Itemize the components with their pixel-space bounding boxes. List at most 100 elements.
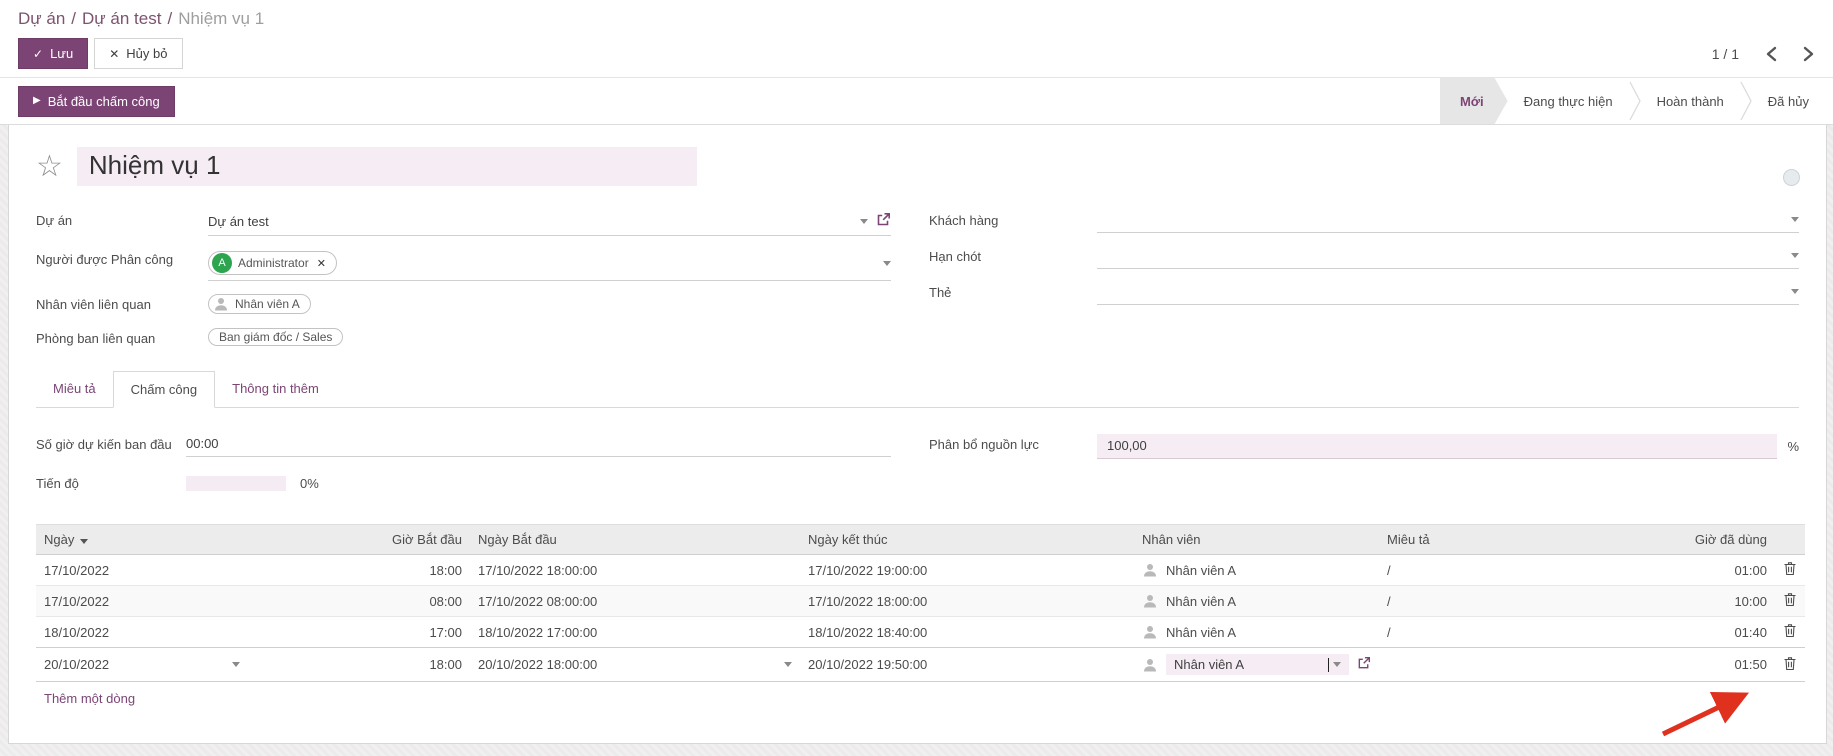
favorite-star-icon[interactable]: ☆: [36, 152, 63, 182]
cell-start-datetime[interactable]: 18/10/2022 17:00:00: [470, 617, 800, 648]
cell-description[interactable]: /: [1379, 617, 1547, 648]
trash-icon[interactable]: [1783, 623, 1797, 641]
timesheet-row-3[interactable]: 18/10/2022 17:00 18/10/2022 17:00:00 18/…: [36, 617, 1805, 648]
tab-timesheet[interactable]: Chấm công: [113, 371, 215, 408]
customer-field[interactable]: [1097, 210, 1799, 233]
chevron-down-icon[interactable]: [1791, 289, 1799, 294]
stage-in-progress[interactable]: Đang thực hiện: [1508, 78, 1629, 124]
timesheet-row-2[interactable]: 17/10/2022 08:00 17/10/2022 08:00:00 17/…: [36, 586, 1805, 617]
assignee-tag[interactable]: A Administrator ✕: [208, 251, 337, 275]
tag-remove-icon[interactable]: ✕: [317, 257, 326, 270]
form-sheet: ☆ Nhiệm vụ 1 Dự án Dự án test Ngườ: [8, 125, 1827, 744]
tab-extra-info[interactable]: Thông tin thêm: [215, 371, 336, 407]
tab-description[interactable]: Miêu tả: [36, 371, 113, 407]
cell-duration[interactable]: 01:00: [1547, 555, 1775, 586]
external-link-icon[interactable]: [1357, 656, 1371, 673]
stage-statusbar: Mới Đang thực hiện Hoàn thành Đã hủy: [1440, 78, 1833, 124]
cell-delete[interactable]: [1775, 555, 1805, 586]
cell-date[interactable]: 18/10/2022: [36, 617, 248, 648]
stage-done[interactable]: Hoàn thành: [1641, 78, 1740, 124]
column-header-description[interactable]: Miêu tả: [1379, 525, 1547, 555]
cell-date-editing[interactable]: 20/10/2022: [36, 648, 248, 682]
cell-date[interactable]: 17/10/2022: [36, 586, 248, 617]
cell-start-time[interactable]: 18:00: [248, 555, 470, 586]
planned-hours-label: Số giờ dự kiến ban đầu: [36, 434, 186, 457]
cell-end-datetime[interactable]: 18/10/2022 18:40:00: [800, 617, 1134, 648]
cell-description[interactable]: /: [1379, 586, 1547, 617]
cell-employee[interactable]: Nhân viên A: [1134, 555, 1379, 586]
cell-start-time[interactable]: 08:00: [248, 586, 470, 617]
tags-field[interactable]: [1097, 282, 1799, 305]
employee-input[interactable]: Nhân viên A: [1166, 654, 1349, 675]
pager-next-icon[interactable]: [1802, 46, 1815, 62]
trash-icon[interactable]: [1783, 656, 1797, 674]
person-icon: [1142, 624, 1158, 640]
start-timer-button[interactable]: ▶ Bắt đầu chấm công: [18, 86, 175, 117]
column-header-end-datetime[interactable]: Ngày kết thúc: [800, 525, 1134, 555]
timesheet-row-1[interactable]: 17/10/2022 18:00 17/10/2022 18:00:00 17/…: [36, 555, 1805, 586]
cell-delete[interactable]: [1775, 617, 1805, 648]
breadcrumb-projects[interactable]: Dự án: [18, 9, 65, 28]
timesheet-row-4-editing[interactable]: 20/10/2022 18:00 20/10/2022 18:00:00 20/…: [36, 648, 1805, 682]
timesheet-tab-fields: Số giờ dự kiến ban đầu 00:00 Tiến độ 0% …: [36, 434, 1799, 506]
cell-description-editing[interactable]: [1379, 648, 1547, 682]
employee-tag[interactable]: Nhân viên A: [208, 294, 311, 314]
cell-end-datetime[interactable]: 17/10/2022 19:00:00: [800, 555, 1134, 586]
cell-employee[interactable]: Nhân viên A: [1134, 617, 1379, 648]
chevron-down-icon[interactable]: [1791, 217, 1799, 222]
column-header-start-datetime[interactable]: Ngày Bắt đầu: [470, 525, 800, 555]
cell-description[interactable]: /: [1379, 555, 1547, 586]
project-value[interactable]: Dự án test: [208, 214, 860, 229]
breadcrumb-project-test[interactable]: Dự án test: [82, 9, 161, 28]
save-button[interactable]: ✓ Lưu: [18, 38, 88, 69]
stage-cancelled[interactable]: Đã hủy: [1752, 78, 1825, 124]
chevron-down-icon[interactable]: [232, 662, 240, 667]
trash-icon[interactable]: [1783, 592, 1797, 610]
allocation-input[interactable]: 100,00: [1097, 434, 1777, 459]
cell-duration-editing[interactable]: 01:50: [1547, 648, 1775, 682]
tags-field-row: Thẻ: [929, 282, 1799, 305]
cell-start-datetime[interactable]: 17/10/2022 18:00:00: [470, 555, 800, 586]
column-header-date[interactable]: Ngày: [36, 525, 248, 555]
chevron-down-icon[interactable]: [883, 261, 891, 266]
assignee-avatar: A: [212, 253, 232, 273]
external-link-icon[interactable]: [876, 212, 891, 230]
cell-start-time-editing[interactable]: 18:00: [248, 648, 470, 682]
chevron-down-icon[interactable]: [1333, 662, 1341, 667]
chevron-down-icon[interactable]: [860, 219, 868, 224]
discard-button[interactable]: ✕ Hủy bỏ: [94, 38, 182, 69]
cell-start-time[interactable]: 17:00: [248, 617, 470, 648]
deadline-label: Hạn chót: [929, 246, 1097, 269]
progress-row: Tiến độ 0%: [36, 473, 891, 493]
pager-previous-icon[interactable]: [1765, 46, 1778, 62]
planned-hours-value[interactable]: 00:00: [186, 436, 891, 451]
cell-delete[interactable]: [1775, 648, 1805, 682]
column-header-start-time[interactable]: Giờ Bắt đầu: [248, 525, 470, 555]
cell-end-datetime-selected[interactable]: 20/10/2022 19:50:00: [800, 648, 1134, 682]
deadline-field[interactable]: [1097, 246, 1799, 269]
cell-start-datetime-editing[interactable]: 20/10/2022 18:00:00: [470, 648, 800, 682]
cell-delete[interactable]: [1775, 586, 1805, 617]
assignee-field[interactable]: A Administrator ✕: [208, 249, 891, 281]
cell-duration[interactable]: 10:00: [1547, 586, 1775, 617]
stage-new[interactable]: Mới: [1440, 78, 1508, 124]
cell-end-datetime[interactable]: 17/10/2022 18:00:00: [800, 586, 1134, 617]
task-title-input[interactable]: Nhiệm vụ 1: [77, 147, 697, 186]
add-line-link[interactable]: Thêm một dòng: [44, 688, 135, 709]
project-field[interactable]: Dự án test: [208, 210, 891, 236]
department-tag[interactable]: Ban giám đốc / Sales: [208, 328, 343, 346]
notebook-tabs: Miêu tả Chấm công Thông tin thêm: [36, 371, 1799, 408]
cell-employee[interactable]: Nhân viên A: [1134, 586, 1379, 617]
trash-icon[interactable]: [1783, 561, 1797, 579]
column-header-delete: [1775, 525, 1805, 555]
planned-hours-field[interactable]: 00:00: [186, 434, 891, 457]
cell-start-datetime[interactable]: 17/10/2022 08:00:00: [470, 586, 800, 617]
cell-date[interactable]: 17/10/2022: [36, 555, 248, 586]
cell-duration[interactable]: 01:40: [1547, 617, 1775, 648]
column-header-employee[interactable]: Nhân viên: [1134, 525, 1379, 555]
field-grid: Dự án Dự án test Người được Phân công: [36, 210, 1799, 361]
column-header-duration[interactable]: Giờ đã dùng: [1547, 525, 1775, 555]
cell-employee-editing[interactable]: Nhân viên A: [1134, 648, 1379, 682]
chevron-down-icon[interactable]: [784, 662, 792, 667]
chevron-down-icon[interactable]: [1791, 253, 1799, 258]
